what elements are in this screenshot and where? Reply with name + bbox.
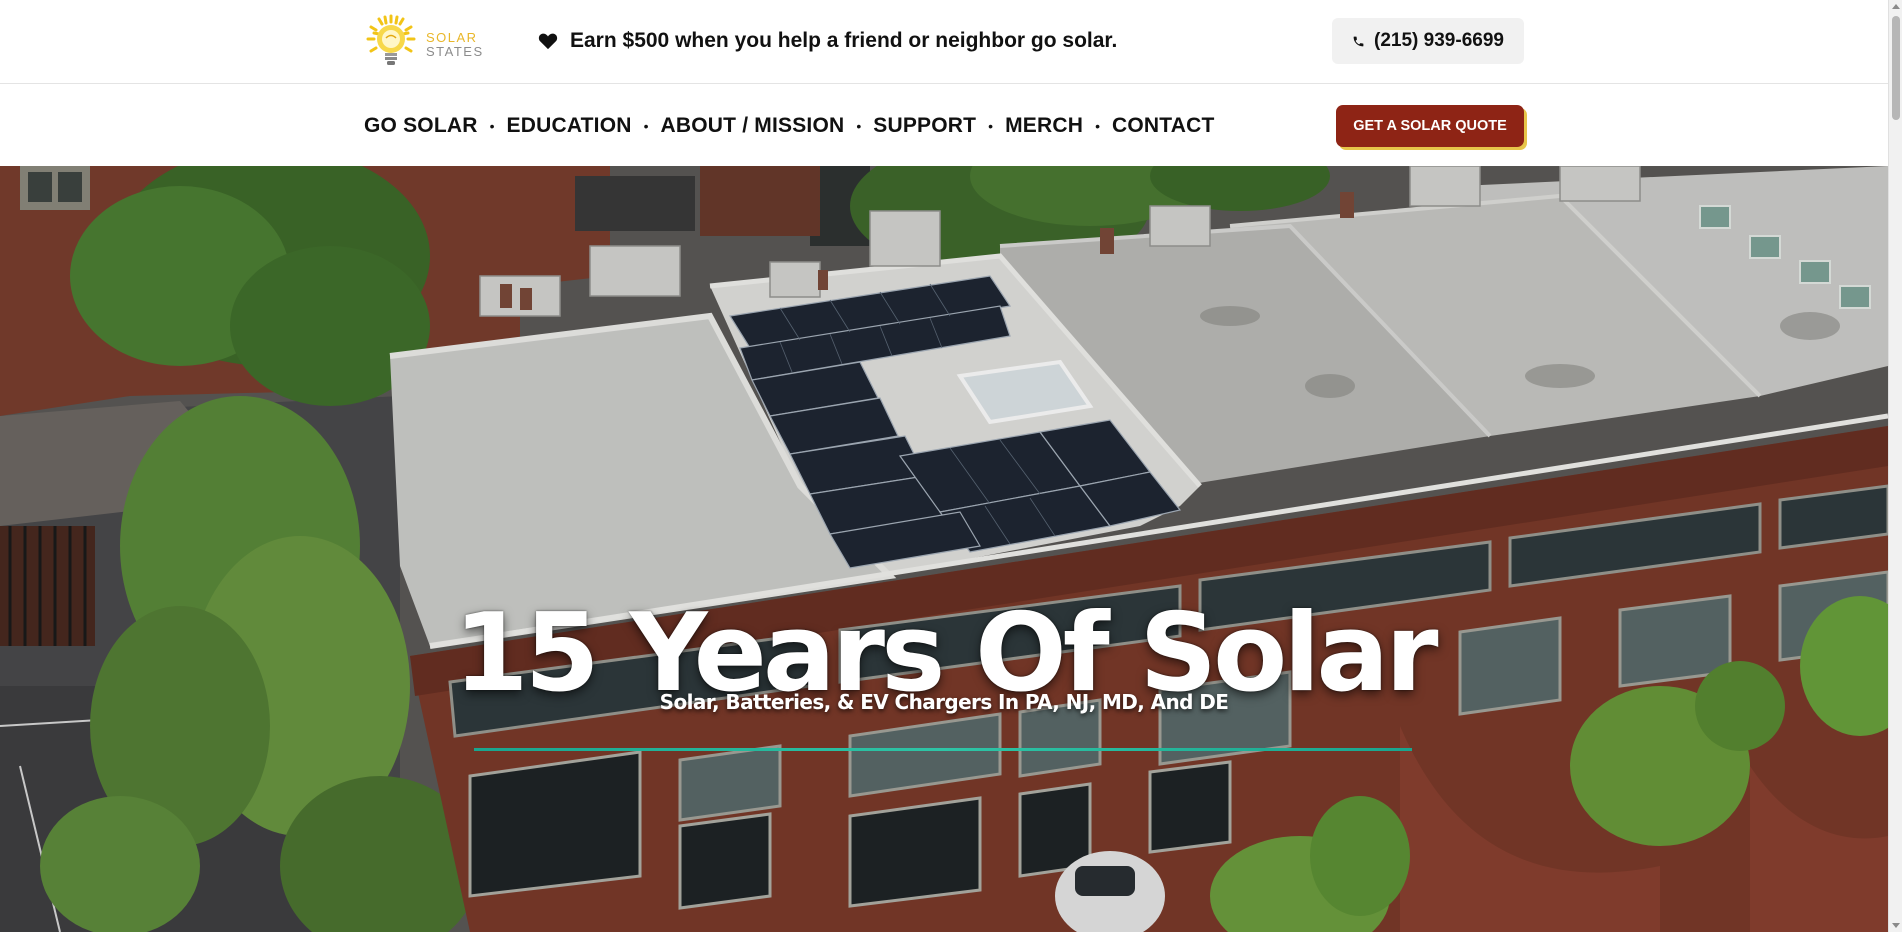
hero-divider	[474, 748, 1412, 751]
nav-menu: GO SOLAR • EDUCATION • ABOUT / MISSION •…	[364, 85, 1214, 166]
sun-bulb-logo-icon: SOLAR STATES	[366, 14, 484, 65]
nav-separator: •	[1095, 117, 1100, 134]
nav-separator: •	[489, 117, 495, 134]
promo-text: Earn $500 when you help a friend or neig…	[570, 29, 1118, 52]
nav-item-about-mission[interactable]: ABOUT / MISSION	[661, 114, 845, 138]
phone-icon	[1353, 36, 1364, 46]
logo-link[interactable]: SOLAR STATES	[366, 14, 490, 72]
hero-rooftop-solar-image	[0, 166, 1888, 932]
page: SOLAR STATES Earn $500 when you help a f…	[0, 0, 1902, 932]
scroll-down-icon[interactable]	[1892, 923, 1900, 928]
nav-separator: •	[856, 117, 862, 134]
get-solar-quote-button[interactable]: GET A SOLAR QUOTE	[1336, 105, 1524, 147]
nav-item-contact[interactable]: CONTACT	[1112, 114, 1215, 138]
hero-section: 15 Years Of Solar Solar, Batteries, & EV…	[0, 166, 1888, 932]
nav-item-education[interactable]: EDUCATION	[507, 114, 632, 138]
phone-number: (215) 939-6699	[1374, 30, 1504, 51]
nav-separator: •	[643, 117, 649, 134]
logo-line1: SOLAR	[426, 30, 478, 45]
scrollbar-thumb[interactable]	[1892, 16, 1900, 120]
heart-icon	[538, 33, 558, 50]
referral-promo: Earn $500 when you help a friend or neig…	[538, 26, 1117, 56]
scroll-up-icon[interactable]	[1892, 4, 1900, 9]
nav-separator: •	[988, 117, 994, 134]
page-scrollbar[interactable]	[1888, 0, 1902, 932]
phone-button[interactable]: (215) 939-6699	[1332, 18, 1524, 64]
logo-line2: STATES	[426, 44, 484, 59]
main-navigation: GO SOLAR • EDUCATION • ABOUT / MISSION •…	[0, 85, 1888, 166]
nav-item-merch[interactable]: MERCH	[1005, 114, 1083, 138]
hero-subtitle: Solar, Batteries, & EV Chargers In PA, N…	[659, 690, 1229, 714]
top-bar: SOLAR STATES Earn $500 when you help a f…	[0, 0, 1888, 84]
nav-item-go-solar[interactable]: GO SOLAR	[364, 114, 478, 138]
nav-item-support[interactable]: SUPPORT	[873, 114, 976, 138]
